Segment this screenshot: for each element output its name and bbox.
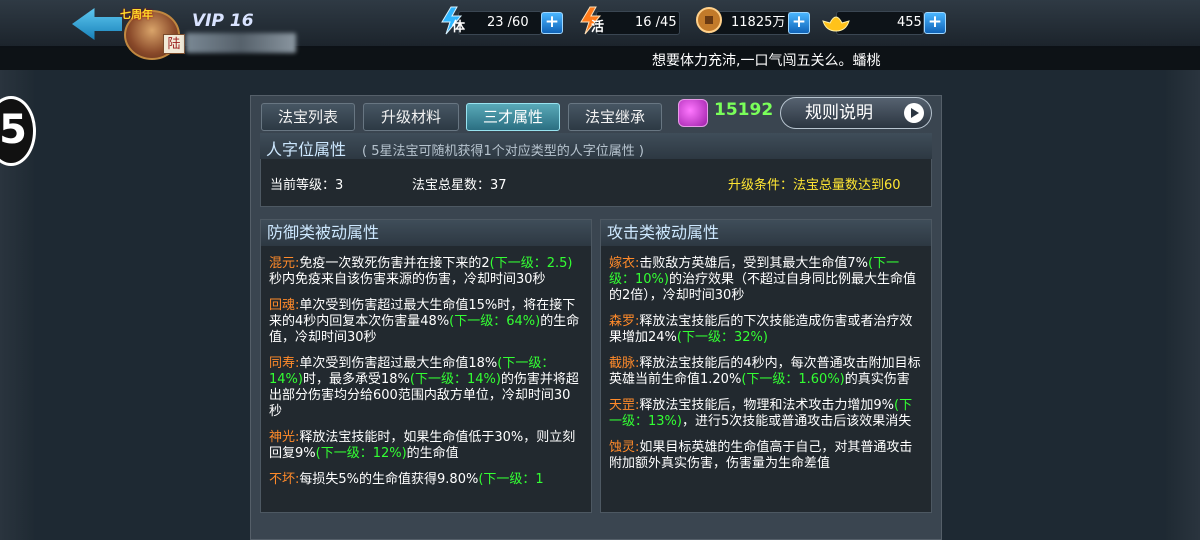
rules-button-label: 规则说明 bbox=[805, 103, 873, 123]
gem-icon bbox=[678, 99, 708, 127]
energy-counter: 16 /45 bbox=[596, 11, 680, 35]
defense-panel-title: 防御类被动属性 bbox=[261, 220, 591, 246]
defense-entry: 同寿:单次受到伤害超过最大生命值18%(下一级：14%)时，最多承受18%(下一… bbox=[269, 356, 579, 419]
add-stamina-button[interactable]: + bbox=[541, 12, 563, 34]
gem-count: 15192 bbox=[714, 100, 774, 120]
energy-label: 活 bbox=[591, 20, 605, 35]
play-arrow-icon[interactable] bbox=[904, 103, 924, 123]
attack-entry: 天罡:释放法宝技能后，物理和法术攻击力增加9%(下一级：13%)，进行5次技能或… bbox=[609, 398, 913, 429]
player-name-blurred bbox=[186, 33, 296, 53]
defense-entry-list[interactable]: 混元:免疫一次致死伤害并在接下来的2(下一级：2.5)秒内免疫来自该伤害来源的伤… bbox=[261, 246, 591, 488]
attack-passive-panel: 攻击类被动属性 嫁衣:击败敌方英雄后，受到其最大生命值7%(下一级：10%)的治… bbox=[600, 219, 932, 513]
announcement-text: 想要体力充沛,一口气闯五关么。蟠桃 bbox=[652, 53, 881, 69]
right-border-decoration bbox=[1166, 70, 1200, 540]
defense-passive-panel: 防御类被动属性 混元:免疫一次致死伤害并在接下来的2(下一级：2.5)秒内免疫来… bbox=[260, 219, 592, 513]
tab-upgrade-materials[interactable]: 升级材料 bbox=[363, 103, 459, 131]
defense-entry: 神光:释放法宝技能时，如果生命值低于30%，则立刻回复9%(下一级：12%)的生… bbox=[269, 430, 576, 461]
attack-entry-list[interactable]: 嫁衣:击败敌方英雄后，受到其最大生命值7%(下一级：10%)的治疗效果（不超过自… bbox=[601, 246, 931, 472]
tab-treasure-inherit[interactable]: 法宝继承 bbox=[568, 103, 662, 131]
attack-panel-title: 攻击类被动属性 bbox=[601, 220, 931, 246]
current-level: 当前等级：3 bbox=[270, 178, 344, 193]
upgrade-condition: 升级条件：法宝总量数达到60 bbox=[728, 178, 901, 193]
vip-level: VIP 16 bbox=[192, 11, 254, 31]
defense-entry: 混元:免疫一次致死伤害并在接下来的2(下一级：2.5)秒内免疫来自该伤害来源的伤… bbox=[269, 256, 573, 287]
attack-entry: 截脉:释放法宝技能后的4秒内，每次普通攻击附加目标英雄当前生命值1.20%(下一… bbox=[609, 356, 921, 387]
defense-entry: 不坏:每损失5%的生命值获得9.80%(下一级：1 bbox=[269, 472, 544, 487]
add-gold-button[interactable]: + bbox=[924, 12, 946, 34]
add-coins-button[interactable]: + bbox=[788, 12, 810, 34]
attack-entry: 嫁衣:击败敌方英雄后，受到其最大生命值7%(下一级：10%)的治疗效果（不超过自… bbox=[609, 256, 916, 303]
attack-entry: 蚀灵:如果目标英雄的生命值高于自己，对其普通攻击附加额外真实伤害，伤害量为生命差… bbox=[609, 440, 913, 471]
attribute-description: ( 5星法宝可随机获得1个对应类型的人字位属性 ) bbox=[362, 144, 644, 159]
stamina-counter: 23 /60 bbox=[458, 11, 542, 35]
stamina-label: 体 bbox=[452, 20, 466, 35]
defense-entry: 回魂:单次受到伤害超过最大生命值15%时，将在接下来的4秒内回复本次伤害量48%… bbox=[269, 298, 580, 345]
faction-tag: 陆 bbox=[163, 34, 185, 54]
tab-three-talents[interactable]: 三才属性 bbox=[466, 103, 560, 131]
tab-treasure-list[interactable]: 法宝列表 bbox=[261, 103, 355, 131]
attribute-title: 人字位属性 bbox=[266, 140, 347, 159]
total-stars: 法宝总星数：37 bbox=[412, 178, 507, 193]
coin-icon bbox=[694, 5, 724, 35]
gold-ingot-icon bbox=[820, 5, 850, 35]
attack-entry: 森罗:释放法宝技能后的下次技能造成伤害或者治疗效果增加24%(下一级：32%) bbox=[609, 314, 913, 345]
anniversary-badge: 七周年 bbox=[120, 8, 153, 21]
